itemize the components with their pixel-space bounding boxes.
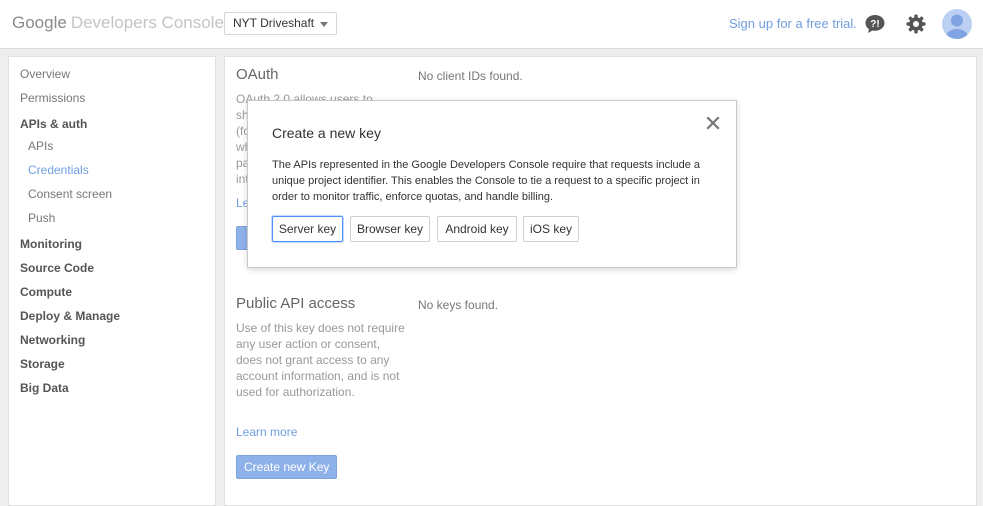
svg-text:?!: ?! (870, 19, 879, 30)
sidebar-item-monitoring[interactable]: Monitoring (20, 237, 82, 251)
logo-product-text: Developers Console (70, 13, 224, 32)
signup-link[interactable]: Sign up for a free trial. (729, 16, 857, 31)
avatar[interactable] (942, 9, 972, 39)
sidebar-item-permissions[interactable]: Permissions (20, 91, 85, 105)
oauth-title: OAuth (236, 66, 279, 83)
dialog-body-text: The APIs represented in the Google Devel… (272, 159, 701, 203)
top-header: Google Developers Console NYT Driveshaft … (0, 0, 983, 49)
product-logo[interactable]: Google Developers Console (12, 13, 224, 33)
sidebar-item-push[interactable]: Push (28, 211, 55, 225)
sidebar-item-consent-screen[interactable]: Consent screen (28, 187, 112, 201)
project-name: NYT Driveshaft (233, 16, 315, 30)
public-api-learn-more-link[interactable]: Learn more (236, 425, 297, 439)
close-icon[interactable] (706, 116, 720, 130)
sidebar-item-storage[interactable]: Storage (20, 357, 65, 371)
sidebar-item-overview[interactable]: Overview (20, 67, 70, 81)
sidebar-item-compute[interactable]: Compute (20, 285, 72, 299)
sidebar-item-big-data[interactable]: Big Data (20, 381, 69, 395)
gear-icon[interactable] (906, 14, 926, 34)
public-api-title: Public API access (236, 295, 356, 312)
sidebar-item-apis[interactable]: APIs (28, 139, 53, 153)
project-selector[interactable]: NYT Driveshaft (224, 12, 337, 35)
logo-google-text: Google (12, 13, 67, 32)
ios-key-button[interactable]: iOS key (523, 216, 579, 242)
server-key-button[interactable]: Server key (272, 216, 343, 242)
create-new-key-button[interactable]: Create new Key (236, 455, 338, 479)
chevron-down-icon (320, 22, 328, 27)
android-key-button[interactable]: Android key (437, 216, 517, 242)
sidebar-item-apis-auth[interactable]: APIs & auth (20, 117, 87, 131)
sidebar: Overview Permissions APIs & auth APIs Cr… (8, 56, 216, 506)
help-icon[interactable]: ?! (864, 14, 886, 34)
public-api-empty-text: No keys found. (418, 298, 499, 312)
create-key-dialog: Create a new key The APIs represented in… (247, 100, 737, 268)
sidebar-item-credentials[interactable]: Credentials (28, 163, 89, 177)
dialog-title: Create a new key (272, 125, 381, 141)
browser-key-button[interactable]: Browser key (350, 216, 430, 242)
sidebar-item-networking[interactable]: Networking (20, 333, 85, 347)
sidebar-item-deploy-manage[interactable]: Deploy & Manage (20, 309, 120, 323)
sidebar-item-source-code[interactable]: Source Code (20, 261, 94, 275)
public-api-description: Use of this key does not require any use… (236, 321, 405, 399)
oauth-empty-text: No client IDs found. (418, 69, 523, 83)
